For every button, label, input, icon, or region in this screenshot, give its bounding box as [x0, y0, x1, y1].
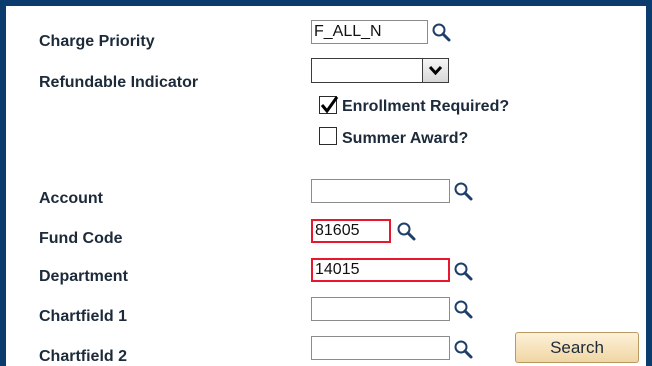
enrollment-required-checkbox[interactable] [319, 96, 339, 114]
checkmark-icon [320, 96, 339, 114]
chartfield-2-lookup-icon[interactable] [452, 338, 474, 360]
refundable-indicator-label: Refundable Indicator [39, 74, 199, 91]
summer-award-label: Summer Award? [342, 130, 469, 147]
department-label: Department [39, 268, 128, 285]
charge-priority-label: Charge Priority [39, 33, 155, 50]
charge-priority-lookup-icon[interactable] [430, 21, 452, 43]
account-label: Account [39, 190, 103, 207]
chartfield-1-input[interactable] [311, 297, 450, 321]
charge-priority-input[interactable] [311, 20, 428, 44]
chartfield-2-label: Chartfield 2 [39, 348, 128, 365]
chartfield-2-input[interactable] [311, 336, 450, 360]
chartfield-1-lookup-icon[interactable] [452, 298, 474, 320]
chartfield-1-label: Chartfield 1 [39, 308, 128, 325]
summer-award-checkbox[interactable] [319, 127, 337, 145]
search-button[interactable]: Search [515, 332, 639, 363]
department-input[interactable] [311, 258, 450, 282]
account-input[interactable] [311, 179, 450, 203]
account-lookup-icon[interactable] [452, 180, 474, 202]
enrollment-required-label: Enrollment Required? [342, 98, 510, 115]
chevron-down-icon [428, 65, 443, 76]
fund-code-lookup-icon[interactable] [395, 220, 417, 242]
fund-code-input[interactable] [311, 219, 391, 243]
fund-code-label: Fund Code [39, 230, 123, 247]
refundable-indicator-select[interactable] [311, 58, 449, 83]
dropdown-arrow[interactable] [422, 59, 448, 82]
form-panel: Charge Priority Refundable Indicator Enr… [0, 0, 652, 366]
department-lookup-icon[interactable] [452, 260, 474, 282]
